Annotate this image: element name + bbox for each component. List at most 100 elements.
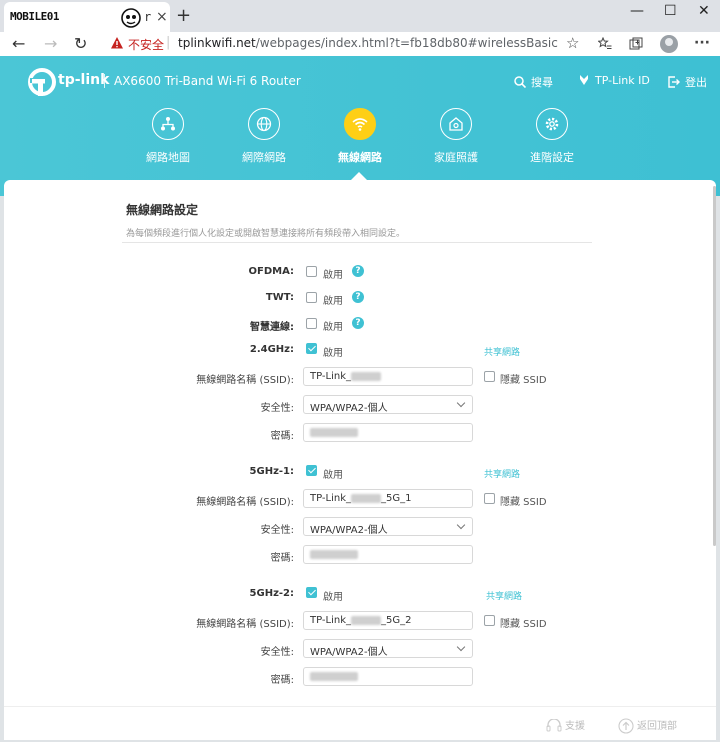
nav-label: 網際網路 <box>242 151 286 164</box>
bookmark-star-icon[interactable]: ☆ <box>566 34 579 52</box>
brand-name: tp-link <box>58 72 110 88</box>
tplink-id-link[interactable]: TP-Link ID <box>578 74 650 87</box>
chevron-down-icon <box>456 642 466 652</box>
smart-connect-help-icon[interactable]: ? <box>352 317 364 329</box>
twt-checkbox[interactable] <box>306 292 317 303</box>
band-24ghz-ssid-input[interactable]: TP-Link_ <box>303 367 473 386</box>
ssid-suffix: _5G_1 <box>381 493 412 504</box>
nav-advanced[interactable]: 進階設定 <box>514 108 590 165</box>
band-5ghz2-enable-label: 啟用 <box>323 592 343 603</box>
ssid-prefix: TP-Link_ <box>310 371 352 382</box>
gear-icon <box>545 117 559 131</box>
band-5ghz1-hide-ssid-checkbox[interactable] <box>484 493 495 504</box>
chevron-down-icon <box>456 520 466 530</box>
ofdma-checkbox[interactable] <box>306 266 317 277</box>
logout-link[interactable]: 登出 <box>668 74 707 90</box>
band-5ghz1-hide-ssid-label: 隱藏 SSID <box>500 497 547 508</box>
twt-help-icon[interactable]: ? <box>352 291 364 303</box>
redacted-text <box>310 427 358 437</box>
band-24ghz-checkbox[interactable] <box>306 343 317 354</box>
nav-label: 網路地圖 <box>146 151 190 164</box>
reload-button[interactable]: ↻ <box>74 34 87 53</box>
nav-icon-circle <box>536 108 568 140</box>
band-24ghz-security-select[interactable]: WPA/WPA2-個人 <box>303 395 473 414</box>
globe-icon <box>256 116 272 132</box>
smart-connect-enable-label: 啟用 <box>323 322 343 333</box>
nav-icon-circle <box>344 108 376 140</box>
profile-avatar[interactable] <box>660 35 678 53</box>
address-bar[interactable]: 不安全 | tplinkwifi.net/webpages/index.html… <box>102 33 588 55</box>
back-button[interactable]: ← <box>12 34 25 53</box>
back-to-top-link[interactable]: 返回頂部 <box>618 717 677 734</box>
site-logo-text: MOBILE01 <box>10 10 59 23</box>
minimize-button[interactable]: — <box>630 3 644 19</box>
band-5ghz1-password-input[interactable] <box>303 545 473 564</box>
tplink-id-icon <box>580 75 588 85</box>
nav-network-map[interactable]: 網路地圖 <box>130 108 206 165</box>
band-5ghz1-share-link[interactable]: 共享網路 <box>484 467 520 480</box>
security-value: WPA/WPA2-個人 <box>310 403 388 414</box>
arrow-up-icon <box>618 718 634 734</box>
favorites-icon[interactable] <box>598 37 612 51</box>
maximize-button[interactable]: ☐ <box>664 3 677 19</box>
nav-label: 進階設定 <box>530 151 574 164</box>
url-separator: | <box>166 35 171 50</box>
band-5ghz1-ssid-input[interactable]: TP-Link_ _5G_1 <box>303 489 473 508</box>
band-5ghz2-ssid-input[interactable]: TP-Link_ _5G_2 <box>303 611 473 630</box>
new-tab-button[interactable]: + <box>176 5 191 26</box>
redacted-text <box>351 615 382 625</box>
twt-label: TWT: <box>265 292 294 303</box>
search-label: 搜尋 <box>531 76 553 89</box>
browser-tab-strip: MOBILE01 r × + — ☐ ✕ <box>0 0 720 32</box>
forward-button[interactable]: → <box>44 34 57 53</box>
search-link[interactable]: 搜尋 <box>514 74 553 90</box>
section-title: 無線網路設定 <box>126 203 199 217</box>
security-status[interactable]: 不安全 <box>128 36 164 53</box>
twt-enable-label: 啟用 <box>323 296 343 307</box>
band-5ghz2-password-input[interactable] <box>303 667 473 686</box>
more-menu-icon[interactable]: ··· <box>694 35 710 51</box>
band-5ghz2-hide-ssid-checkbox[interactable] <box>484 615 495 626</box>
headset-icon <box>546 718 562 732</box>
section-description: 為每個頻段進行個人化設定或開啟智慧連接將所有頻段帶入相同設定。 <box>126 229 406 239</box>
ssid-suffix: _5G_2 <box>381 615 412 626</box>
nav-homecare[interactable]: 家庭照護 <box>418 108 494 165</box>
active-nav-pointer <box>351 172 367 180</box>
band-5ghz1-label: 5GHz-1: <box>249 466 294 477</box>
band-5ghz2-security-select[interactable]: WPA/WPA2-個人 <box>303 639 473 658</box>
url-text[interactable]: tplinkwifi.net/webpages/index.html?t=fb1… <box>178 36 558 50</box>
band-5ghz1-security-select[interactable]: WPA/WPA2-個人 <box>303 517 473 536</box>
band-5ghz1-checkbox[interactable] <box>306 465 317 476</box>
logout-icon <box>668 76 680 88</box>
home-care-icon <box>449 117 463 131</box>
smart-connect-checkbox[interactable] <box>306 318 317 329</box>
smart-connect-label: 智慧連線: <box>250 322 294 333</box>
band-24ghz-password-input[interactable] <box>303 423 473 442</box>
band-5ghz2-share-link[interactable]: 共享網路 <box>486 589 522 602</box>
browser-toolbar: ← → ↻ 不安全 | tplinkwifi.net/webpages/inde… <box>0 32 720 56</box>
band-24ghz-hide-ssid-checkbox[interactable] <box>484 371 495 382</box>
band-5ghz2-hide-ssid-label: 隱藏 SSID <box>500 619 547 630</box>
nav-internet[interactable]: 網際網路 <box>226 108 302 165</box>
redacted-text <box>351 371 382 381</box>
band-24ghz-enable-label: 啟用 <box>323 348 343 359</box>
tab-close-icon[interactable]: × <box>156 9 168 25</box>
scrollbar-thumb[interactable] <box>713 186 716 546</box>
band-5ghz2-checkbox[interactable] <box>306 587 317 598</box>
collections-icon[interactable] <box>629 37 643 51</box>
wifi-icon <box>352 118 368 131</box>
search-icon <box>514 76 526 88</box>
band-5ghz2-ssid-label: 無線網路名稱 (SSID): <box>196 619 294 630</box>
security-value: WPA/WPA2-個人 <box>310 525 388 536</box>
support-link[interactable]: 支援 <box>546 717 585 733</box>
tp-link-logo-icon <box>28 68 56 96</box>
band-24ghz-share-link[interactable]: 共享網路 <box>484 345 520 358</box>
browser-tab[interactable]: MOBILE01 r × <box>4 2 170 32</box>
band-24ghz-ssid-label: 無線網路名稱 (SSID): <box>196 375 294 386</box>
network-map-icon <box>161 117 175 131</box>
header-divider <box>104 74 105 88</box>
band-5ghz2-label: 5GHz-2: <box>249 588 294 599</box>
close-window-button[interactable]: ✕ <box>698 3 710 19</box>
nav-wireless[interactable]: 無線網路 <box>322 108 398 165</box>
ofdma-help-icon[interactable]: ? <box>352 265 364 277</box>
